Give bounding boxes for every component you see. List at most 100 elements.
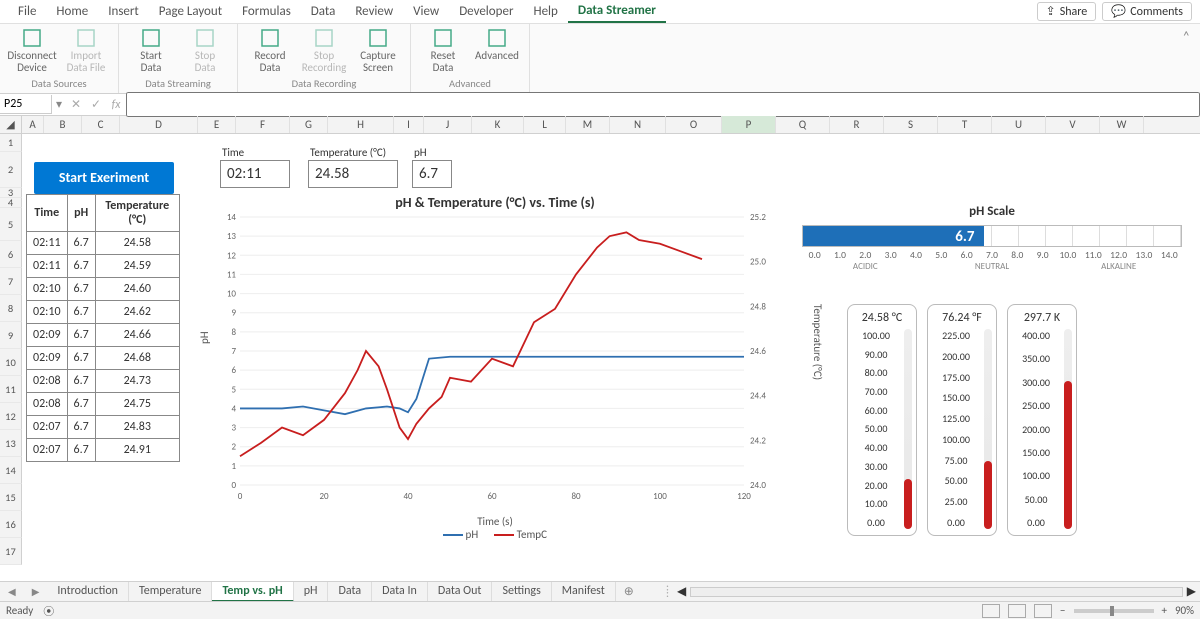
- col-header-W[interactable]: W: [1100, 116, 1144, 133]
- col-header-S[interactable]: S: [884, 116, 938, 133]
- col-header-B[interactable]: B: [44, 116, 82, 133]
- col-header-J[interactable]: J: [424, 116, 472, 133]
- menu-review[interactable]: Review: [345, 1, 403, 22]
- row-header-15[interactable]: 15: [0, 484, 22, 511]
- menu-view[interactable]: View: [403, 1, 449, 22]
- sheet-tab-ph[interactable]: pH: [294, 582, 329, 602]
- col-header-E[interactable]: E: [198, 116, 236, 133]
- menu-data[interactable]: Data: [301, 1, 346, 22]
- col-header-C[interactable]: C: [82, 116, 120, 133]
- data-table: TimepHTemperature (°C)02:116.724.5802:11…: [26, 194, 180, 462]
- formula-input[interactable]: [126, 92, 1200, 117]
- ribbon-record-data[interactable]: RecordData: [246, 26, 294, 74]
- col-header-N[interactable]: N: [610, 116, 666, 133]
- sheet-tab-temp-vs-ph[interactable]: Temp vs. pH: [212, 582, 293, 602]
- row-header-4[interactable]: 4: [0, 198, 22, 208]
- record-macro-icon[interactable]: ⦿: [43, 603, 54, 619]
- menu-formulas[interactable]: Formulas: [232, 1, 301, 22]
- table-row: 02:086.724.73: [27, 370, 180, 393]
- comments-button[interactable]: 💬Comments: [1102, 2, 1192, 21]
- col-header-D[interactable]: D: [120, 116, 198, 133]
- sheet-canvas[interactable]: Start Exeriment Time 02:11 Temperature (…: [22, 134, 1200, 583]
- hscroll[interactable]: ⁞ ◀ ▶: [662, 584, 1200, 599]
- menu-data-streamer[interactable]: Data Streamer: [568, 0, 666, 23]
- col-header-I[interactable]: I: [394, 116, 424, 133]
- select-all-triangle[interactable]: ◢: [0, 116, 22, 133]
- add-sheet-button[interactable]: ⊕: [616, 584, 642, 599]
- ribbon-start-data[interactable]: StartData: [127, 26, 175, 74]
- cancel-icon[interactable]: ✕: [66, 97, 86, 112]
- col-header-F[interactable]: F: [236, 116, 290, 133]
- sheet-tab-data-out[interactable]: Data Out: [428, 582, 493, 602]
- zoom-level[interactable]: 90%: [1175, 604, 1194, 617]
- row-header-5[interactable]: 5: [0, 208, 22, 241]
- col-header-K[interactable]: K: [472, 116, 524, 133]
- row-header-9[interactable]: 9: [0, 322, 22, 349]
- col-header-O[interactable]: O: [666, 116, 722, 133]
- start-experiment-button[interactable]: Start Exeriment: [34, 162, 174, 194]
- col-header-A[interactable]: A: [22, 116, 44, 133]
- ribbon-capture-screen[interactable]: CaptureScreen: [354, 26, 402, 74]
- ph-value: 6.7: [412, 160, 452, 188]
- menu-file[interactable]: File: [8, 1, 46, 22]
- row-header-2[interactable]: 2: [0, 152, 22, 188]
- zoom-out-button[interactable]: −: [1060, 604, 1065, 617]
- menu-page-layout[interactable]: Page Layout: [149, 1, 232, 22]
- view-normal-icon[interactable]: [982, 604, 1000, 618]
- col-header-U[interactable]: U: [992, 116, 1046, 133]
- collapse-ribbon-icon[interactable]: ˄: [1172, 24, 1200, 93]
- fx-icon[interactable]: fx: [106, 98, 126, 112]
- column-headers: ◢ ABCDEFGHIJKLMNOPQRSTUVW: [0, 116, 1200, 134]
- tab-nav-prev[interactable]: ◀: [0, 585, 24, 598]
- name-box[interactable]: [0, 95, 52, 114]
- menu-insert[interactable]: Insert: [98, 1, 149, 22]
- sheet-tab-manifest[interactable]: Manifest: [552, 582, 616, 602]
- row-header-17[interactable]: 17: [0, 538, 22, 565]
- enter-icon[interactable]: ✓: [86, 97, 106, 112]
- share-button[interactable]: ⇪Share: [1037, 2, 1097, 21]
- col-header-L[interactable]: L: [524, 116, 566, 133]
- menu-help[interactable]: Help: [523, 1, 567, 22]
- row-header-10[interactable]: 10: [0, 349, 22, 376]
- hscroll-left-icon[interactable]: ◀: [673, 584, 690, 599]
- ribbon-disconnect-device[interactable]: DisconnectDevice: [8, 26, 56, 74]
- row-header-8[interactable]: 8: [0, 295, 22, 322]
- col-header-M[interactable]: M: [566, 116, 610, 133]
- ribbon-advanced[interactable]: Advanced: [473, 26, 521, 62]
- row-header-6[interactable]: 6: [0, 241, 22, 268]
- chart[interactable]: pH & Temperature (°C) vs. Time (s) pH Te…: [210, 194, 780, 534]
- row-header-13[interactable]: 13: [0, 430, 22, 457]
- row-header-1[interactable]: 1: [0, 134, 22, 152]
- capture-screen-icon: [368, 28, 388, 48]
- col-header-P[interactable]: P: [722, 116, 776, 133]
- col-header-H[interactable]: H: [328, 116, 394, 133]
- ribbon-reset-data[interactable]: ResetData: [419, 26, 467, 74]
- zoom-in-button[interactable]: +: [1162, 604, 1167, 617]
- row-header-7[interactable]: 7: [0, 268, 22, 295]
- view-page-layout-icon[interactable]: [1008, 604, 1026, 618]
- col-header-G[interactable]: G: [290, 116, 328, 133]
- sheet-tab-introduction[interactable]: Introduction: [47, 582, 129, 602]
- sheet-tab-data-in[interactable]: Data In: [372, 582, 428, 602]
- hscroll-right-icon[interactable]: ▶: [1183, 584, 1200, 599]
- view-page-break-icon[interactable]: [1034, 604, 1052, 618]
- col-header-V[interactable]: V: [1046, 116, 1100, 133]
- col-header-R[interactable]: R: [830, 116, 884, 133]
- sheet-tab-temperature[interactable]: Temperature: [129, 582, 213, 602]
- svg-text:0: 0: [238, 491, 243, 502]
- col-header-T[interactable]: T: [938, 116, 992, 133]
- sheet-tab-settings[interactable]: Settings: [492, 582, 551, 602]
- row-header-14[interactable]: 14: [0, 457, 22, 484]
- menu-developer[interactable]: Developer: [449, 1, 523, 22]
- row-header-16[interactable]: 16: [0, 511, 22, 538]
- menu-home[interactable]: Home: [46, 1, 98, 22]
- row-header-12[interactable]: 12: [0, 403, 22, 430]
- col-header-Q[interactable]: Q: [776, 116, 830, 133]
- sheet-tab-data[interactable]: Data: [328, 582, 372, 602]
- namebox-dropdown-icon[interactable]: ▾: [52, 97, 66, 112]
- table-row: 02:096.724.68: [27, 347, 180, 370]
- row-header-11[interactable]: 11: [0, 376, 22, 403]
- zoom-slider[interactable]: [1074, 609, 1154, 613]
- ribbon-group-label: Data Streaming: [127, 75, 229, 93]
- tab-nav-next[interactable]: ▶: [24, 585, 48, 598]
